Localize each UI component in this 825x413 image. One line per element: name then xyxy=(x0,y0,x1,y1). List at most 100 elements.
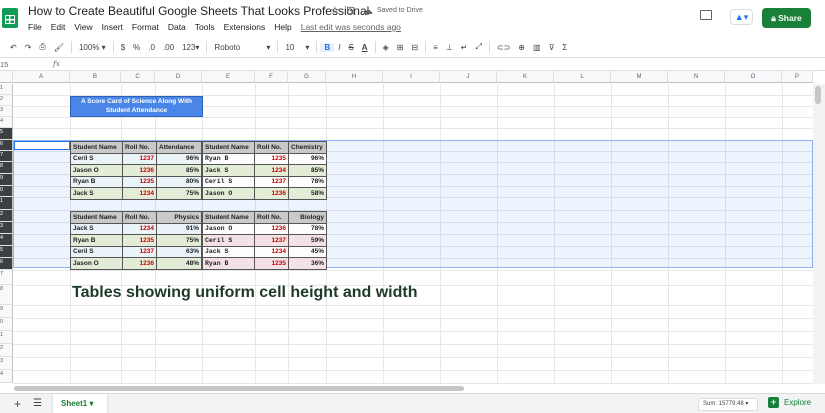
redo-icon[interactable]: ↷ xyxy=(21,43,36,52)
name-cell[interactable]: Jack S xyxy=(70,222,123,235)
roll-cell[interactable]: 1237 xyxy=(254,234,289,247)
column-header-f[interactable]: F xyxy=(255,71,288,83)
all-sheets-icon[interactable]: ☰ xyxy=(33,398,42,409)
sum-indicator[interactable]: Sum: 15779.48 ▾ xyxy=(698,398,758,411)
roll-cell[interactable]: 1237 xyxy=(122,152,157,165)
row-header[interactable]: 3 xyxy=(0,222,13,234)
row-header[interactable]: 9 xyxy=(0,305,13,318)
menu-view[interactable]: View xyxy=(74,22,92,32)
text-wrap-icon[interactable]: ↵ xyxy=(457,43,472,52)
score-cell[interactable]: 96% xyxy=(156,152,202,165)
row-header[interactable]: 0 xyxy=(0,186,13,197)
explore-button[interactable]: + Explore xyxy=(768,397,811,408)
scorecard-title-cell[interactable]: A Score Card of Science Along With Stude… xyxy=(70,96,203,117)
row-header[interactable]: 0 xyxy=(0,318,13,331)
header-cell[interactable]: Student Name xyxy=(70,141,123,154)
row-header[interactable]: 7 xyxy=(0,270,13,285)
currency-format-button[interactable]: $ xyxy=(117,43,129,52)
score-cell[interactable]: 85% xyxy=(288,164,327,177)
score-cell[interactable]: 63% xyxy=(156,245,202,258)
present-button[interactable]: ▲▾ xyxy=(730,9,753,25)
header-cell[interactable]: Attendance xyxy=(156,141,202,154)
sheet-tab-sheet1[interactable]: Sheet1 ▾ xyxy=(53,394,107,413)
row-header[interactable]: 3 xyxy=(0,357,13,370)
roll-cell[interactable]: 1237 xyxy=(122,245,157,258)
row-header[interactable]: 8 xyxy=(0,285,13,305)
row-header[interactable]: 6 xyxy=(0,258,13,270)
column-header-i[interactable]: I xyxy=(383,71,440,83)
insert-comment-icon[interactable]: ⊕ xyxy=(514,43,529,52)
header-cell[interactable]: Roll No. xyxy=(254,211,289,224)
select-all-corner[interactable] xyxy=(0,71,13,83)
menu-format[interactable]: Format xyxy=(132,22,159,32)
merge-cells-icon[interactable]: ⊟ xyxy=(407,43,422,52)
horizontal-scroll-thumb[interactable] xyxy=(14,386,464,391)
insert-link-icon[interactable]: ⊂⊃ xyxy=(493,43,514,52)
column-header-g[interactable]: G xyxy=(288,71,326,83)
roll-cell[interactable]: 1236 xyxy=(122,257,157,270)
column-header-e[interactable]: E xyxy=(202,71,255,83)
add-sheet-icon[interactable]: + xyxy=(14,397,21,411)
score-cell[interactable]: 78% xyxy=(288,175,327,188)
row-header[interactable]: 1 xyxy=(0,84,13,95)
header-cell[interactable]: Student Name xyxy=(70,211,123,224)
increase-decimal-button[interactable]: .00 xyxy=(159,43,178,52)
row-header[interactable]: 9 xyxy=(0,174,13,186)
name-cell[interactable]: Ryan B xyxy=(202,152,255,165)
roll-cell[interactable]: 1235 xyxy=(254,152,289,165)
menu-file[interactable]: File xyxy=(28,22,42,32)
row-header[interactable]: 2 xyxy=(0,95,13,106)
row-header[interactable]: 3 xyxy=(0,106,13,117)
row-header[interactable]: 2 xyxy=(0,344,13,357)
name-box[interactable]: 15 xyxy=(0,60,40,69)
name-cell[interactable]: Ceril S xyxy=(70,245,123,258)
filter-icon[interactable]: ⊽ xyxy=(545,43,559,52)
roll-cell[interactable]: 1236 xyxy=(122,164,157,177)
name-cell[interactable]: Ryan B xyxy=(70,175,123,188)
roll-cell[interactable]: 1234 xyxy=(122,187,157,200)
chevron-down-icon[interactable]: ▾ xyxy=(89,399,93,408)
row-header[interactable]: 8 xyxy=(0,162,13,174)
score-cell[interactable]: 45% xyxy=(288,245,327,258)
vertical-scrollbar[interactable] xyxy=(813,84,825,384)
name-cell[interactable]: Jack S xyxy=(70,187,123,200)
menu-extensions[interactable]: Extensions xyxy=(224,22,266,32)
paint-format-icon[interactable]: 🖌 xyxy=(50,43,68,52)
text-color-button[interactable]: A xyxy=(358,43,372,52)
column-header-a[interactable]: A xyxy=(13,71,70,83)
row-header[interactable]: 4 xyxy=(0,370,13,383)
functions-icon[interactable]: Σ xyxy=(558,43,571,52)
name-cell[interactable]: Ceril S xyxy=(70,152,123,165)
roll-cell[interactable]: 1235 xyxy=(122,234,157,247)
header-cell[interactable]: Chemistry xyxy=(288,141,327,154)
roll-cell[interactable]: 1237 xyxy=(254,175,289,188)
row-header[interactable]: 1 xyxy=(0,197,13,210)
fill-color-icon[interactable]: ◈ xyxy=(379,43,393,52)
row-header[interactable]: 2 xyxy=(0,210,13,222)
vertical-align-icon[interactable]: ⊥ xyxy=(442,43,457,52)
row-header[interactable]: 7 xyxy=(0,151,13,162)
score-cell[interactable]: 58% xyxy=(288,187,327,200)
score-cell[interactable]: 78% xyxy=(288,222,327,235)
sheets-logo-icon[interactable] xyxy=(2,8,18,28)
name-cell[interactable]: Jack S xyxy=(202,164,255,177)
document-title[interactable]: How to Create Beautiful Google Sheets Th… xyxy=(28,4,369,18)
score-cell[interactable]: 91% xyxy=(156,222,202,235)
horizontal-align-icon[interactable]: ≡ xyxy=(429,43,442,52)
font-select[interactable]: Roboto ▾ xyxy=(210,43,274,52)
column-header-o[interactable]: O xyxy=(725,71,782,83)
column-header-c[interactable]: C xyxy=(121,71,155,83)
row-header[interactable]: 4 xyxy=(0,117,13,128)
name-cell[interactable]: Ryan B xyxy=(202,257,255,270)
roll-cell[interactable]: 1236 xyxy=(254,222,289,235)
cloud-saved-icon[interactable]: ☁ xyxy=(362,4,373,17)
vertical-scroll-thumb[interactable] xyxy=(815,86,821,104)
header-cell[interactable]: Physics xyxy=(156,211,202,224)
name-cell[interactable]: Jason O xyxy=(70,164,123,177)
roll-cell[interactable]: 1234 xyxy=(254,245,289,258)
share-button[interactable]: 🔒︎ Share xyxy=(762,8,811,28)
column-header-n[interactable]: N xyxy=(668,71,725,83)
column-header-l[interactable]: L xyxy=(554,71,611,83)
bold-button[interactable]: B xyxy=(320,42,335,52)
move-folder-icon[interactable]: ⊡ xyxy=(346,4,355,17)
